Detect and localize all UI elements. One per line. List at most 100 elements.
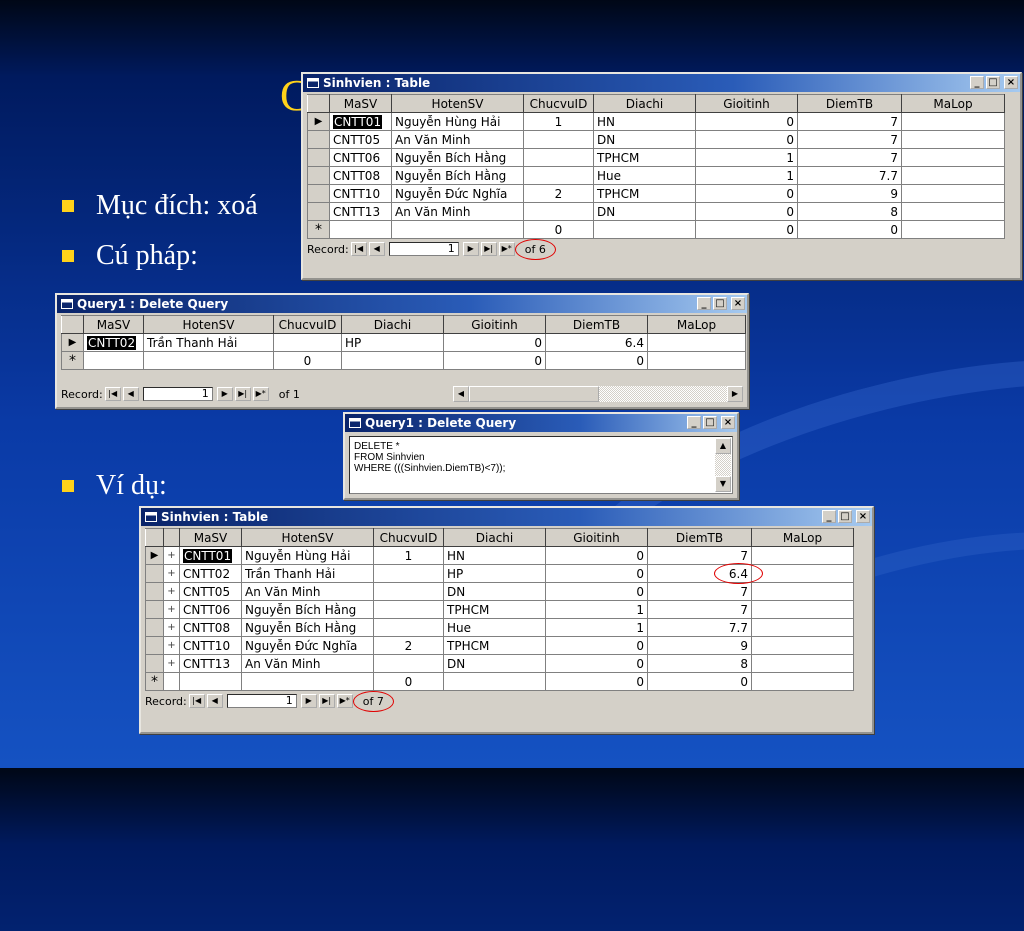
column-header[interactable]: Diachi bbox=[443, 528, 546, 547]
scroll-down-button[interactable]: ▼ bbox=[715, 476, 731, 492]
first-record-button[interactable]: |◀ bbox=[188, 694, 205, 708]
expand-icon[interactable]: + bbox=[163, 600, 180, 619]
column-header[interactable]: MaSV bbox=[329, 94, 392, 113]
table-row[interactable]: + CNTT06 Nguyễn Bích Hằng TPHCM 1 7 bbox=[145, 600, 854, 619]
table-cell[interactable] bbox=[751, 636, 854, 655]
table-cell[interactable] bbox=[593, 220, 696, 239]
table-row[interactable]: CNTT06 Nguyễn Bích Hằng TPHCM 1 7 bbox=[307, 148, 1005, 167]
window-titlebar[interactable]: q Query1 : Delete Query _ □ × bbox=[57, 295, 747, 313]
window-titlebar[interactable]: t Sinhvien : Table _ □ × bbox=[303, 74, 1020, 92]
expand-icon[interactable]: + bbox=[163, 618, 180, 637]
maximize-button[interactable]: □ bbox=[713, 297, 727, 310]
table-cell[interactable] bbox=[901, 166, 1005, 185]
table-cell[interactable] bbox=[751, 618, 854, 637]
table-cell[interactable] bbox=[373, 618, 444, 637]
table-cell[interactable] bbox=[647, 351, 746, 370]
table-cell[interactable]: CNTT08 bbox=[329, 166, 392, 185]
table-cell[interactable]: 1 bbox=[373, 546, 444, 565]
table-cell[interactable]: Trần Thanh Hải bbox=[241, 564, 374, 583]
next-record-button[interactable]: ▶ bbox=[300, 694, 317, 708]
table-cell[interactable] bbox=[523, 130, 594, 149]
table-cell[interactable]: TPHCM bbox=[443, 636, 546, 655]
column-header[interactable]: MaLop bbox=[751, 528, 854, 547]
table-cell[interactable] bbox=[523, 166, 594, 185]
row-selector[interactable] bbox=[145, 582, 164, 601]
window-titlebar[interactable]: q Query1 : Delete Query _ □ × bbox=[345, 414, 737, 432]
scroll-left-button[interactable]: ◀ bbox=[453, 386, 469, 402]
column-header[interactable]: DiemTB bbox=[797, 94, 902, 113]
table-cell[interactable]: CNTT10 bbox=[179, 636, 242, 655]
close-button[interactable]: × bbox=[721, 416, 735, 429]
table-cell[interactable]: Nguyễn Hùng Hải bbox=[241, 546, 374, 565]
close-button[interactable]: × bbox=[856, 510, 870, 523]
new-record-button[interactable]: ▶* bbox=[336, 694, 353, 708]
table-cell[interactable]: 1 bbox=[545, 600, 648, 619]
row-selector[interactable]: ▶ bbox=[145, 546, 164, 565]
last-record-button[interactable]: ▶| bbox=[318, 694, 335, 708]
first-record-button[interactable]: |◀ bbox=[350, 242, 367, 256]
table-cell[interactable]: 7 bbox=[647, 600, 752, 619]
table-cell[interactable]: DN bbox=[593, 130, 696, 149]
maximize-button[interactable]: □ bbox=[703, 416, 717, 429]
table-cell[interactable]: Nguyễn Hùng Hải bbox=[391, 112, 524, 131]
table-cell[interactable]: 7 bbox=[797, 130, 902, 149]
column-header[interactable]: ChucvuID bbox=[273, 315, 342, 334]
new-record-row[interactable]: * 0 0 0 bbox=[61, 351, 746, 370]
table-cell[interactable] bbox=[751, 600, 854, 619]
row-selector[interactable]: * bbox=[307, 220, 330, 239]
table-cell[interactable]: CNTT13 bbox=[179, 654, 242, 673]
table-cell[interactable]: 7 bbox=[797, 148, 902, 167]
row-selector[interactable]: * bbox=[61, 351, 84, 370]
table-cell[interactable]: HP bbox=[443, 564, 546, 583]
table-cell[interactable] bbox=[443, 672, 546, 691]
table-cell[interactable]: 7.7 bbox=[647, 618, 752, 637]
column-header[interactable]: ChucvuID bbox=[523, 94, 594, 113]
table-cell[interactable]: 6.4 bbox=[647, 563, 763, 584]
table-cell[interactable]: 0 bbox=[523, 220, 594, 239]
table-row[interactable]: + CNTT05 An Văn Minh DN 0 7 bbox=[145, 582, 854, 601]
table-cell[interactable]: 0 bbox=[695, 130, 798, 149]
table-cell[interactable]: Nguyễn Đức Nghĩa bbox=[241, 636, 374, 655]
table-cell[interactable]: CNTT08 bbox=[179, 618, 242, 637]
new-record-button[interactable]: ▶* bbox=[498, 242, 515, 256]
table-cell[interactable]: 7 bbox=[797, 112, 902, 131]
row-selector[interactable] bbox=[307, 202, 330, 221]
new-record-row[interactable]: * 0 0 0 bbox=[145, 672, 854, 691]
table-cell[interactable] bbox=[143, 351, 274, 370]
table-cell[interactable]: DN bbox=[593, 202, 696, 221]
table-cell[interactable]: 0 bbox=[443, 333, 546, 352]
previous-record-button[interactable]: ◀ bbox=[122, 387, 139, 401]
column-header[interactable]: MaSV bbox=[83, 315, 144, 334]
previous-record-button[interactable]: ◀ bbox=[206, 694, 223, 708]
table-cell[interactable] bbox=[647, 333, 746, 352]
table-cell[interactable]: 1 bbox=[695, 148, 798, 167]
row-selector[interactable] bbox=[307, 130, 330, 149]
new-record-row[interactable]: * 0 0 0 bbox=[307, 220, 1005, 239]
close-button[interactable]: × bbox=[1004, 76, 1018, 89]
table-cell[interactable]: 2 bbox=[523, 184, 594, 203]
table-cell[interactable]: 0 bbox=[545, 636, 648, 655]
table-cell[interactable] bbox=[241, 672, 374, 691]
table-cell[interactable]: An Văn Minh bbox=[241, 654, 374, 673]
table-cell[interactable] bbox=[341, 351, 444, 370]
table-cell[interactable]: 8 bbox=[647, 654, 752, 673]
table-cell[interactable]: 0 bbox=[545, 546, 648, 565]
table-cell[interactable] bbox=[83, 351, 144, 370]
table-cell[interactable]: CNTT10 bbox=[329, 184, 392, 203]
table-cell[interactable]: 8 bbox=[797, 202, 902, 221]
close-button[interactable]: × bbox=[731, 297, 745, 310]
table-cell[interactable]: 6.4 bbox=[545, 333, 648, 352]
table-row[interactable]: CNTT10 Nguyễn Đức Nghĩa 2 TPHCM 0 9 bbox=[307, 184, 1005, 203]
table-cell[interactable]: CNTT06 bbox=[179, 600, 242, 619]
next-record-button[interactable]: ▶ bbox=[462, 242, 479, 256]
table-cell[interactable] bbox=[523, 202, 594, 221]
column-header[interactable]: ChucvuID bbox=[373, 528, 444, 547]
last-record-button[interactable]: ▶| bbox=[480, 242, 497, 256]
table-cell[interactable]: Hue bbox=[443, 618, 546, 637]
table-cell[interactable] bbox=[373, 582, 444, 601]
table-cell[interactable] bbox=[373, 564, 444, 583]
horizontal-scrollbar[interactable]: ◀ ▶ bbox=[453, 386, 743, 402]
table-cell[interactable]: CNTT02 bbox=[83, 333, 144, 352]
column-header[interactable]: DiemTB bbox=[545, 315, 648, 334]
table-row[interactable]: + CNTT02 Trần Thanh Hải HP 0 6.4 bbox=[145, 563, 854, 584]
